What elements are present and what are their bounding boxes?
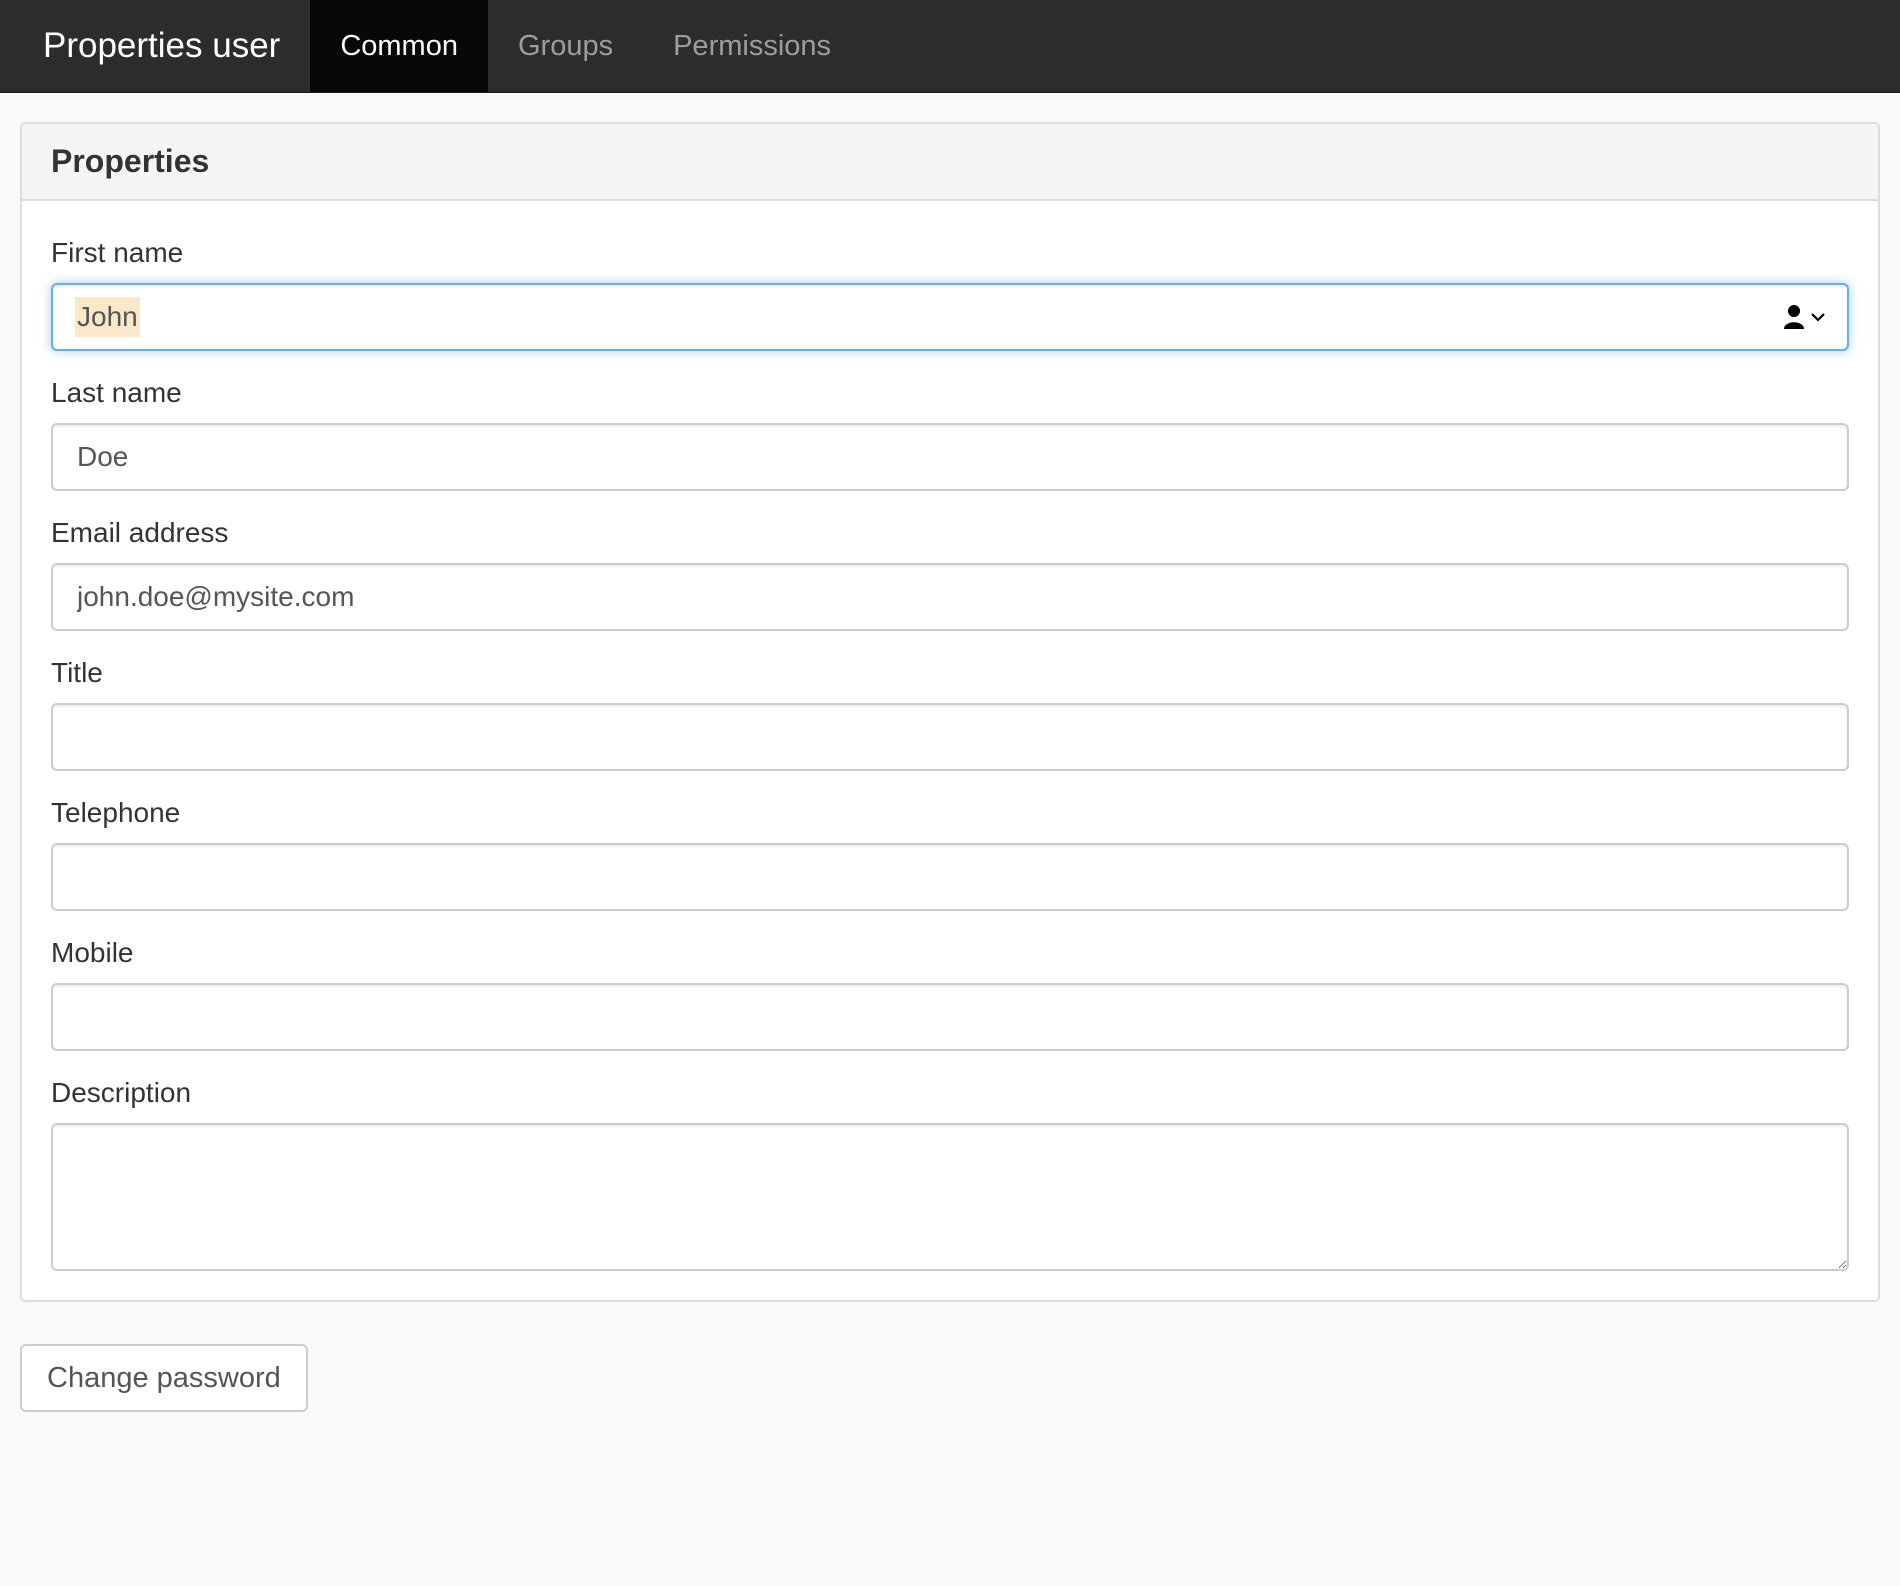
title-label: Title: [51, 657, 103, 688]
tab-permissions-label: Permissions: [673, 29, 832, 62]
description-textarea[interactable]: [51, 1123, 1849, 1271]
last-name-label: Last name: [51, 377, 182, 408]
mobile-input[interactable]: [51, 983, 1849, 1051]
description-group: Description: [51, 1077, 1849, 1271]
telephone-group: Telephone: [51, 797, 1849, 911]
panel-body: First name John Last name Doe Email addr…: [22, 201, 1878, 1300]
email-label: Email address: [51, 517, 229, 548]
telephone-input[interactable]: [51, 843, 1849, 911]
main-content: Properties First name John Last name Doe…: [0, 93, 1900, 1412]
chevron-down-icon: [1811, 313, 1825, 322]
tab-groups[interactable]: Groups: [488, 0, 643, 92]
email-input[interactable]: [51, 563, 1849, 631]
description-label: Description: [51, 1077, 192, 1108]
tab-permissions[interactable]: Permissions: [643, 0, 861, 92]
tab-common-label: Common: [340, 29, 458, 62]
panel-heading: Properties: [22, 124, 1878, 201]
telephone-label: Telephone: [51, 797, 181, 828]
panel-title: Properties: [51, 143, 210, 179]
last-name-input[interactable]: [51, 423, 1849, 491]
first-name-group: First name John: [51, 237, 1849, 351]
first-name-wrap: John: [51, 283, 1849, 351]
first-name-label: First name: [51, 237, 184, 268]
tab-groups-label: Groups: [517, 29, 614, 62]
mobile-group: Mobile: [51, 937, 1849, 1051]
title-input[interactable]: [51, 703, 1849, 771]
person-icon: [1784, 305, 1804, 329]
title-group: Title: [51, 657, 1849, 771]
properties-panel: Properties First name John Last name Doe…: [20, 122, 1880, 1302]
mobile-label: Mobile: [51, 937, 134, 968]
tab-common[interactable]: Common: [310, 0, 488, 92]
change-password-button[interactable]: Change password: [20, 1344, 308, 1412]
last-name-group: Last name: [51, 377, 1849, 491]
navbar-brand[interactable]: Properties user: [0, 0, 310, 92]
contact-autofill-icon[interactable]: [1781, 301, 1827, 333]
email-group: Email address: [51, 517, 1849, 631]
top-navbar: Properties user Common Groups Permission…: [0, 0, 1900, 93]
first-name-input[interactable]: [51, 283, 1849, 351]
